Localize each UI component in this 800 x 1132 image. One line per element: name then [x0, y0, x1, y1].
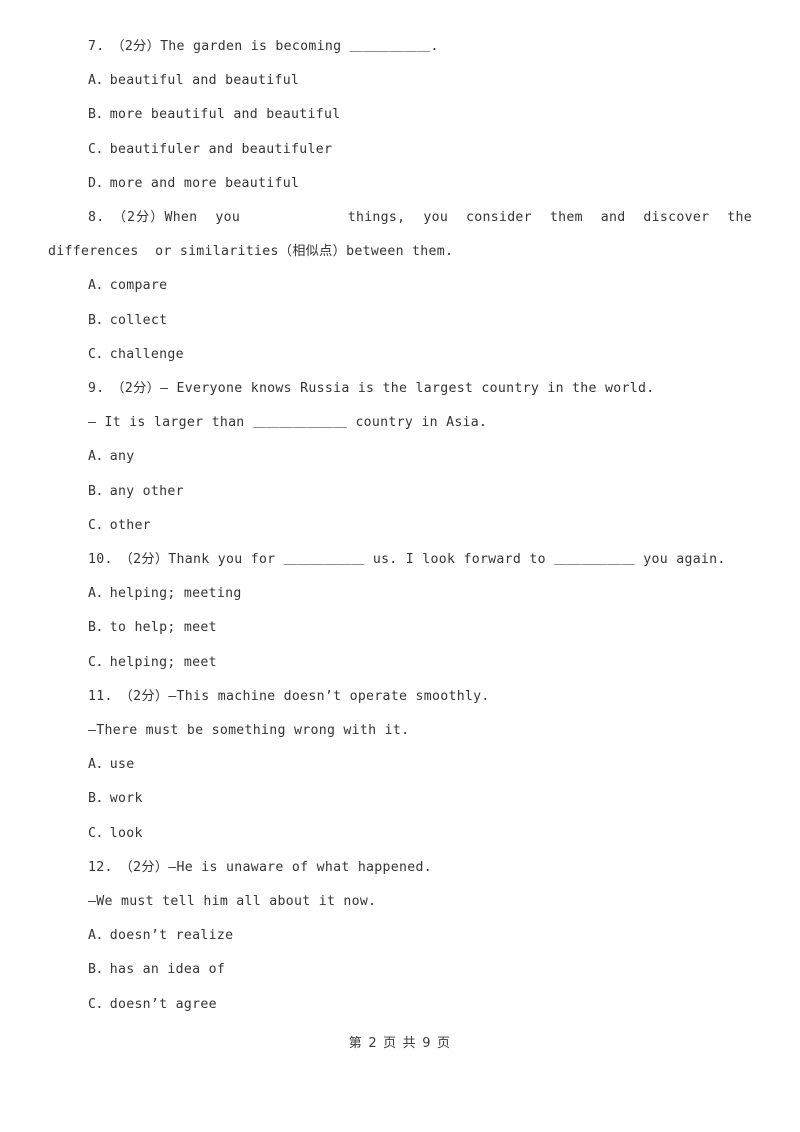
question-stem-continuation: — It is larger than ＿＿＿＿＿＿＿ country in A… — [88, 415, 488, 431]
question-option[interactable]: C．beautifuler and beautifuler — [48, 133, 752, 167]
question-block-9: 9. （2分）— Everyone knows Russia is the la… — [48, 372, 752, 543]
question-option[interactable]: D．more and more beautiful — [48, 167, 752, 201]
question-option[interactable]: A．doesn’t realize — [48, 919, 752, 953]
question-list: 7. （2分）The garden is becoming ＿＿＿＿＿＿. A．… — [48, 30, 752, 1022]
question-block-10: 10. （2分）Thank you for ＿＿＿＿＿＿ us. I look … — [48, 543, 752, 680]
question-option[interactable]: B．collect — [48, 304, 752, 338]
question-stem: 7. （2分）The garden is becoming ＿＿＿＿＿＿. — [88, 39, 439, 54]
question-option[interactable]: A．helping; meeting — [48, 577, 752, 611]
question-option[interactable]: B．any other — [48, 475, 752, 509]
question-stem-continuation: —There must be something wrong with it. — [88, 723, 410, 739]
question-option[interactable]: C．helping; meet — [48, 646, 752, 680]
question-option[interactable]: C．doesn’t agree — [48, 988, 752, 1022]
question-option[interactable]: A．any — [48, 440, 752, 474]
question-block-8: 8. （2分）When you things, you consider the… — [48, 201, 752, 372]
question-option[interactable]: A．compare — [48, 269, 752, 303]
question-stem: 11. （2分）—This machine doesn’t operate sm… — [88, 688, 490, 704]
question-option[interactable]: A．use — [48, 748, 752, 782]
question-option[interactable]: A．beautiful and beautiful — [48, 64, 752, 98]
question-block-11: 11. （2分）—This machine doesn’t operate sm… — [48, 680, 752, 851]
question-stem: 8. （2分）When you things, you consider the… — [48, 210, 769, 260]
question-option[interactable]: B．work — [48, 782, 752, 816]
question-stem: 12. （2分）—He is unaware of what happened. — [88, 859, 432, 875]
question-stem: 10. （2分）Thank you for ＿＿＿＿＿＿ us. I look … — [88, 552, 726, 568]
question-option[interactable]: B．to help; meet — [48, 611, 752, 645]
question-option[interactable]: B．has an idea of — [48, 953, 752, 987]
question-block-7: 7. （2分）The garden is becoming ＿＿＿＿＿＿. A．… — [48, 30, 752, 201]
question-block-12: 12. （2分）—He is unaware of what happened.… — [48, 851, 752, 1022]
question-stem-continuation: —We must tell him all about it now. — [88, 894, 377, 910]
question-stem: 9. （2分）— Everyone knows Russia is the la… — [88, 381, 655, 397]
question-option[interactable]: C．challenge — [48, 338, 752, 372]
question-option[interactable]: C．other — [48, 509, 752, 543]
question-option[interactable]: C．look — [48, 817, 752, 851]
exam-paper-page: 7. （2分）The garden is becoming ＿＿＿＿＿＿. A．… — [0, 0, 800, 1132]
question-option[interactable]: B．more beautiful and beautiful — [48, 98, 752, 132]
page-number-footer: 第 2 页 共 9 页 — [348, 1036, 452, 1051]
